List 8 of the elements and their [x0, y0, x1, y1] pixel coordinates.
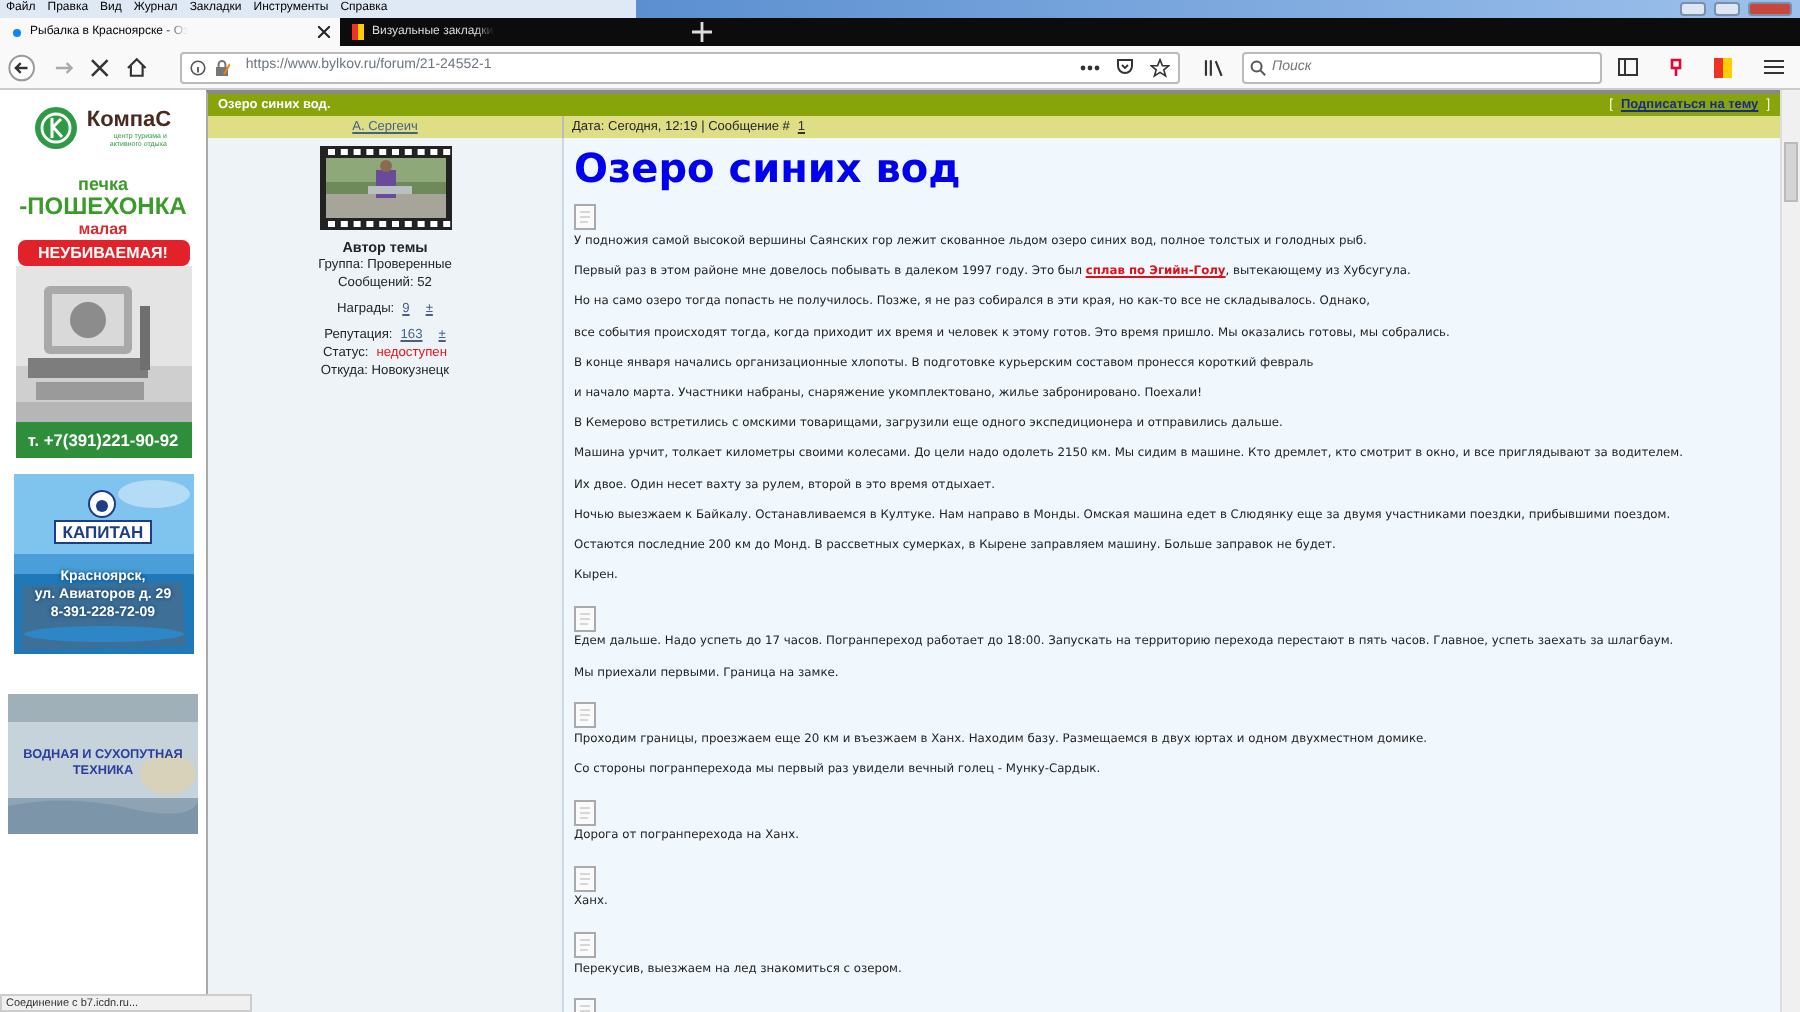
- ad-text: печка: [78, 174, 128, 194]
- ad-text: -ПОШЕХОНКА: [19, 194, 187, 220]
- ad-badge: НЕУБИВАЕМАЯ!: [17, 240, 189, 266]
- post-title: Озеро синих вод: [574, 144, 963, 192]
- ad-text: малая: [78, 220, 128, 238]
- ad-brand: КАПИТАН: [54, 520, 152, 544]
- ad-phone: т. +7(391)221-90-92: [15, 422, 191, 458]
- logo-text: КомпаС: [86, 108, 172, 132]
